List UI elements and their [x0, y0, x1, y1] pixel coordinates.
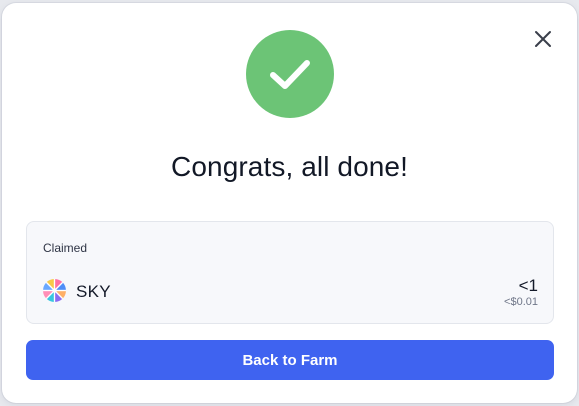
- claimed-summary-card: Claimed SKY <1 <$0.01: [26, 221, 554, 324]
- success-badge: [246, 30, 334, 118]
- claimed-label: Claimed: [43, 241, 88, 255]
- claimed-usd-value: <$0.01: [504, 296, 538, 308]
- back-to-farm-button[interactable]: Back to Farm: [26, 340, 554, 380]
- close-icon: [535, 31, 551, 47]
- token-symbol: SKY: [76, 282, 111, 301]
- dialog-title: Congrats, all done!: [171, 151, 408, 182]
- close-button[interactable]: [529, 25, 557, 53]
- claim-success-dialog: Congrats, all done! Claimed SKY <1 <$0.0…: [2, 3, 577, 403]
- claimed-amount: <1: [518, 276, 538, 295]
- checkmark-icon: [270, 60, 310, 89]
- sky-token-icon: [43, 279, 66, 302]
